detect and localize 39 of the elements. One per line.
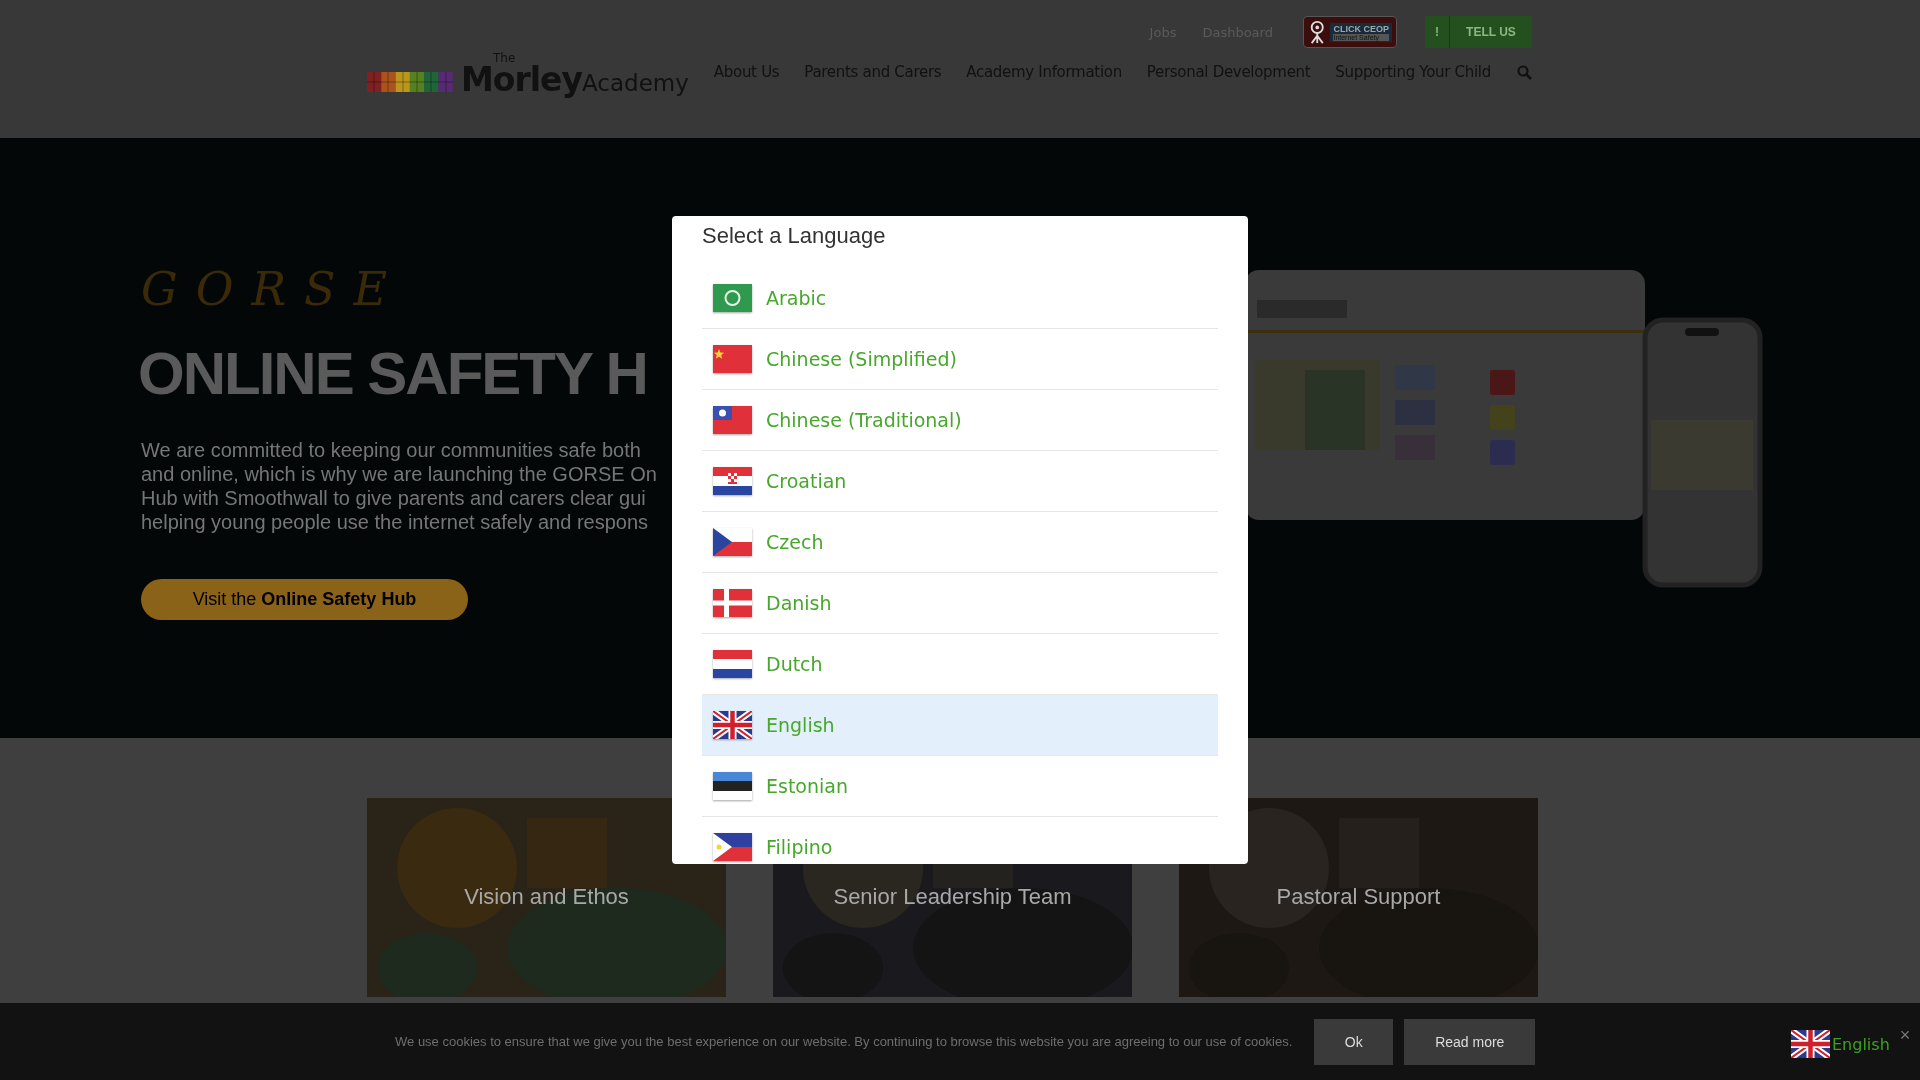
cookie-notice: We use cookies to ensure that we give you the best experience on our website. By continuing to browse this website you are agreeing to our use of cookies.: [395, 1034, 1293, 1049]
hero-text-line: Hub with Smoothwall to give parents and carers clear gui: [141, 486, 647, 510]
flag-icon: [713, 589, 752, 617]
flag-icon: [713, 711, 752, 739]
language-option[interactable]: Arabic: [702, 268, 1218, 329]
ok-button[interactable]: Ok: [1314, 1018, 1394, 1065]
flag-icon: [713, 284, 752, 312]
card-title: Pastoral Support: [1275, 884, 1442, 910]
language-option[interactable]: Danish: [702, 573, 1218, 634]
dialog-title: Select a Language: [702, 222, 887, 250]
hub-button[interactable]: Visit the Online Safety Hub: [141, 579, 468, 620]
report-button[interactable]: ! TELL US: [1424, 16, 1532, 48]
language-option[interactable]: Chinese (Traditional): [702, 390, 1218, 451]
search-icon[interactable]: [1516, 64, 1532, 80]
language-option[interactable]: Estonian: [702, 756, 1218, 817]
flag-icon: [713, 772, 752, 800]
flag-icon: [713, 528, 752, 556]
language-link[interactable]: English: [1832, 1034, 1890, 1054]
flag-icon: [713, 467, 752, 495]
color-blocks-icon: [367, 72, 453, 92]
hero-text-line: and online, which is why we are launching the GORSE On: [141, 462, 657, 486]
flag-icon: [713, 345, 752, 373]
language-option[interactable]: Chinese (Simplified): [702, 329, 1218, 390]
flag-icon: [1791, 1030, 1830, 1058]
close-button[interactable]: ×: [1895, 1024, 1915, 1046]
flag-icon: [713, 406, 752, 434]
card-title: Senior Leadership Team: [832, 884, 1073, 910]
flag-icon: [713, 833, 752, 861]
card[interactable]: Vision and Ethos: [367, 798, 726, 997]
read-more-button[interactable]: Read more: [1404, 1018, 1536, 1065]
card-title: Vision and Ethos: [463, 884, 630, 910]
hero-text-line: helping young people use the internet safely and respons: [141, 510, 650, 534]
hero-title: ONLINE SAFETY H: [138, 339, 647, 409]
card[interactable]: Pastoral Support: [1179, 798, 1538, 997]
language-option[interactable]: Croatian: [702, 451, 1218, 512]
language-option[interactable]: Czech: [702, 512, 1218, 573]
hero-text-line: We are committed to keeping our communities safe both: [141, 438, 642, 462]
language-option[interactable]: English: [702, 695, 1218, 756]
flag-icon: [713, 650, 752, 678]
